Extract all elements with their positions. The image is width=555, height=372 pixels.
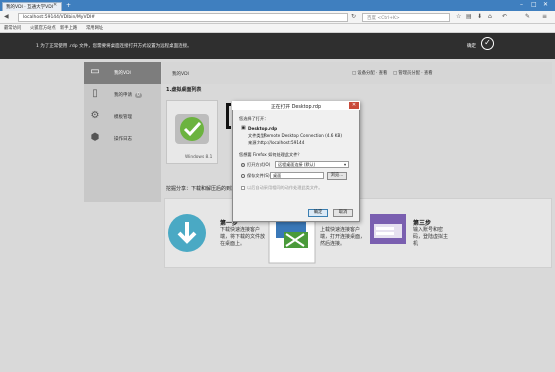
banner-message: 1 为了正常使用 .rdp 文件，您需要将桌面连接打开方式设置为远程桌面连接。	[36, 44, 192, 49]
maximize-icon[interactable]: □	[531, 1, 537, 8]
section-title-vm-list: 1.虚拟桌面列表	[166, 87, 202, 93]
reload-icon[interactable]: ↻	[351, 13, 356, 20]
dialog-filename: Desktop.rdp	[248, 126, 278, 131]
back-icon[interactable]: ◀	[4, 13, 9, 20]
sidebar-item-templates[interactable]: ⚙ 模板管理	[84, 106, 161, 128]
vm-os-label: Windows 8.1	[185, 155, 213, 160]
banner-confirm-button[interactable]: 确定	[467, 43, 476, 49]
new-tab-button[interactable]: +	[66, 2, 71, 9]
remember-label: 以后自动采用相同的动作处理此类文件。	[247, 185, 323, 190]
sidebar-item-my-vdi[interactable]: ▭ 我的VDI	[84, 62, 161, 84]
dialog-source: http://localhost:59144	[258, 140, 305, 145]
minimize-icon[interactable]: –	[520, 1, 523, 8]
sidebar-item-label: 操作日志	[114, 137, 132, 142]
open-with-radio[interactable]: 打开方式(O)	[241, 162, 270, 168]
shield-icon: ⬢	[90, 132, 100, 143]
step2-text: 上载快速连接客户端，打开连接桌面，然后连接。	[320, 227, 366, 247]
sidebar-item-label: 模板管理	[114, 115, 132, 120]
chevron-down-icon: ▾	[343, 162, 346, 167]
step3-title: 第三步	[413, 220, 432, 227]
bookmark-item[interactable]: 最常访问	[4, 25, 21, 31]
dialog-intro: 您选择了打开：	[239, 116, 269, 121]
open-with-select[interactable]: 远程桌面连接 (默认) ▾	[275, 161, 349, 168]
save-file-radio[interactable]: 保存文件(S)	[241, 173, 270, 179]
login-screen-icon	[370, 214, 406, 244]
checkbox-icon	[241, 186, 245, 190]
sidebar-item-label: 我的VDI	[114, 71, 131, 76]
save-file-label: 保存文件(S)	[247, 173, 270, 178]
bookmark-item[interactable]: 常用网址	[86, 25, 103, 31]
step3-text: 输入账号和密码，登陆虚拟主机	[413, 227, 449, 247]
dialog-filetype: Remote Desktop Connection (4.6 KB)	[264, 133, 342, 138]
dialog-question: 您想要 Firefox 如何处理此文件？	[239, 152, 302, 157]
count-badge: 0	[135, 93, 142, 98]
step1-text: 下载快速连接客户端，将下载的文件放在桌面上。	[220, 227, 266, 247]
browse-button[interactable]: 浏览...	[327, 172, 347, 180]
sidebar-item-label: 我的申请	[114, 93, 132, 98]
radio-selected-icon	[241, 163, 245, 167]
history-icon[interactable]: ↶	[502, 13, 507, 20]
home-icon[interactable]: ⌂	[488, 13, 492, 20]
check-circle-icon[interactable]: ✓	[481, 37, 494, 50]
url-input[interactable]: localhost:59144/VDIbin/MyVDI#	[18, 13, 348, 22]
browser-tabbar	[0, 0, 555, 11]
bookmark-item[interactable]: 火狐官方站点	[30, 25, 56, 31]
sidebar-item-my-requests[interactable]: ▯ 我的申请 0	[84, 84, 161, 106]
open-with-label: 打开方式(O)	[247, 162, 271, 167]
open-with-value: 远程桌面连接 (默认)	[278, 162, 316, 167]
save-location-field[interactable]: 桌面	[270, 172, 324, 179]
remember-checkbox[interactable]: 以后自动采用相同的动作处理此类文件。	[241, 185, 322, 191]
clipboard-icon[interactable]: ▤	[466, 13, 472, 20]
document-icon: ▯	[92, 88, 98, 99]
bookmarks-bar	[0, 24, 555, 33]
cancel-button[interactable]: 取消	[333, 209, 353, 217]
ok-button[interactable]: 确定	[308, 209, 328, 217]
menu-icon[interactable]: ≡	[542, 13, 547, 20]
dialog-close-button[interactable]: ✕	[349, 102, 359, 109]
breadcrumb: 我的VDI	[172, 72, 189, 77]
save-location-value: 桌面	[273, 173, 282, 178]
search-placeholder: 百度 <Ctrl+K>	[367, 16, 400, 21]
radio-empty-icon	[241, 174, 245, 178]
bookmark-item[interactable]: 新手上路	[60, 25, 77, 31]
extension-icon[interactable]: ✎	[525, 13, 530, 20]
sidebar-item-logs[interactable]: ⬢ 操作日志	[84, 128, 161, 150]
gear-icon: ⚙	[90, 110, 100, 121]
tab-close-icon[interactable]: ✕	[53, 2, 57, 8]
download-icon[interactable]: ⬇	[477, 13, 482, 20]
url-text: localhost:59144/VDIbin/MyVDI#	[23, 15, 96, 20]
dialog-title: 正在打开 Desktop.rdp	[232, 101, 360, 110]
decorative-bracket	[226, 103, 231, 129]
monitor-icon: ▭	[90, 66, 100, 77]
device-assign-link[interactable]: □ 设备分配 · 查看	[352, 70, 387, 76]
close-window-icon[interactable]: ✕	[543, 1, 548, 8]
rdp-file-icon: ▣	[241, 125, 246, 131]
vm-check-icon	[175, 114, 209, 144]
admin-assign-link[interactable]: □ 管理员分配 · 查看	[393, 70, 433, 76]
star-icon[interactable]: ☆	[456, 13, 461, 20]
download-circle-icon	[168, 214, 206, 252]
search-input[interactable]: 百度 <Ctrl+K>	[362, 13, 450, 22]
